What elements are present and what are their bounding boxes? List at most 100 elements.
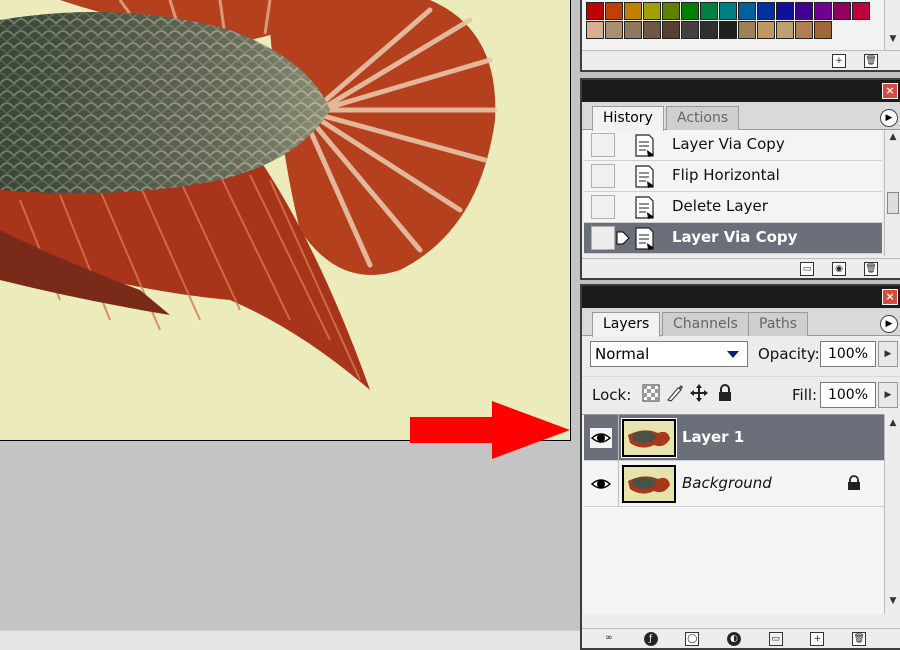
color-swatch[interactable]	[738, 2, 756, 20]
scroll-thumb[interactable]	[887, 192, 899, 214]
document-image[interactable]	[0, 0, 571, 441]
history-state[interactable]: Delete Layer	[584, 192, 882, 223]
history-step-icon	[635, 134, 654, 157]
color-swatch[interactable]	[795, 2, 813, 20]
tab-paths[interactable]: Paths	[748, 312, 809, 336]
close-icon[interactable]: ×	[882, 289, 898, 305]
trash-icon[interactable]: 🗑	[864, 53, 878, 68]
tab-channels[interactable]: Channels	[662, 312, 749, 336]
group-folder-icon[interactable]: ▭	[768, 631, 783, 646]
history-state[interactable]: Flip Horizontal	[584, 161, 882, 192]
color-swatch[interactable]	[719, 21, 737, 39]
color-swatch[interactable]	[700, 21, 718, 39]
history-brush-source-box[interactable]	[591, 226, 615, 250]
color-swatch[interactable]	[643, 21, 661, 39]
history-scrollbar[interactable]: ▲	[884, 130, 900, 256]
history-brush-source-box[interactable]	[591, 164, 615, 188]
history-titlebar[interactable]: ×	[582, 80, 900, 102]
panel-menu-icon[interactable]: ▶	[880, 109, 898, 127]
layer-thumbnail[interactable]	[621, 418, 677, 458]
new-document-from-state-icon[interactable]: ▭	[800, 261, 814, 276]
color-swatch[interactable]	[605, 2, 623, 20]
close-icon[interactable]: ×	[882, 83, 898, 99]
history-state-label: Layer Via Copy	[672, 135, 785, 153]
adjustment-layer-icon[interactable]: ◐	[726, 631, 741, 646]
link-icon[interactable]: ∞	[602, 632, 616, 646]
color-swatch[interactable]	[776, 21, 794, 39]
swatch-grid[interactable]	[586, 2, 871, 40]
layers-titlebar[interactable]: ×	[582, 286, 900, 308]
tab-history[interactable]: History	[592, 106, 664, 131]
eye-icon[interactable]	[590, 474, 612, 494]
color-swatch[interactable]	[624, 2, 642, 20]
eye-icon[interactable]	[590, 428, 612, 448]
color-swatch[interactable]	[776, 2, 794, 20]
color-swatch[interactable]	[586, 21, 604, 39]
panel-menu-icon[interactable]: ▶	[880, 315, 898, 333]
blend-mode-select[interactable]: Normal	[590, 341, 748, 367]
lock-image-pixels-icon[interactable]	[666, 384, 684, 402]
color-swatch[interactable]	[757, 2, 775, 20]
fill-label: Fill:	[792, 386, 818, 404]
color-swatch[interactable]	[719, 2, 737, 20]
scroll-down-icon[interactable]: ▼	[885, 34, 900, 48]
color-swatch[interactable]	[586, 2, 604, 20]
color-swatch[interactable]	[624, 21, 642, 39]
history-brush-source-box[interactable]	[591, 195, 615, 219]
scroll-up-icon[interactable]: ▲	[885, 418, 900, 432]
tab-layers[interactable]: Layers	[592, 312, 661, 337]
history-state[interactable]: Layer Via Copy	[584, 223, 882, 254]
layers-scrollbar[interactable]: ▲ ▼	[884, 414, 900, 614]
history-brush-source-box[interactable]	[591, 133, 615, 157]
trash-icon[interactable]: 🗑	[852, 631, 867, 646]
tab-actions[interactable]: Actions	[666, 106, 740, 130]
layer-mask-icon[interactable]: ◯	[685, 631, 700, 646]
new-layer-icon[interactable]: +	[810, 631, 825, 646]
layer-link-column	[618, 461, 619, 507]
scroll-up-icon[interactable]: ▲	[885, 132, 900, 146]
color-swatch[interactable]	[681, 2, 699, 20]
color-swatch[interactable]	[814, 21, 832, 39]
color-swatch[interactable]	[833, 2, 851, 20]
color-swatch[interactable]	[605, 21, 623, 39]
color-swatch[interactable]	[757, 21, 775, 39]
lock-position-icon[interactable]	[690, 384, 708, 402]
history-state-label: Flip Horizontal	[672, 166, 780, 184]
color-swatch[interactable]	[643, 2, 661, 20]
layers-list: Layer 1 Background	[582, 414, 900, 614]
color-swatch[interactable]	[662, 2, 680, 20]
history-state-label: Delete Layer	[672, 197, 768, 215]
color-swatch[interactable]	[681, 21, 699, 39]
lock-all-icon[interactable]	[716, 384, 734, 402]
blend-opacity-row: Normal Opacity: 100% ▶	[582, 336, 900, 374]
red-arrow-annotation	[410, 401, 570, 459]
color-swatch[interactable]	[852, 2, 870, 20]
swatches-scrollbar[interactable]: ▼	[884, 0, 900, 50]
color-swatch[interactable]	[814, 2, 832, 20]
layer-thumbnail[interactable]	[622, 465, 676, 503]
swatch-row	[586, 2, 871, 21]
layer-row[interactable]: Layer 1	[584, 415, 884, 461]
color-swatch[interactable]	[700, 2, 718, 20]
color-swatch[interactable]	[738, 21, 756, 39]
history-state[interactable]: Layer Via Copy	[584, 130, 882, 161]
layer-name[interactable]: Layer 1	[682, 428, 744, 446]
opacity-slider-button[interactable]: ▶	[878, 341, 898, 367]
current-state-marker-icon[interactable]	[616, 231, 630, 245]
fill-input[interactable]: 100%	[820, 382, 876, 408]
opacity-input[interactable]: 100%	[820, 341, 876, 367]
lock-transparent-pixels-icon[interactable]	[642, 384, 660, 402]
layers-panel: × Layers Channels Paths ▶ Normal Opacity…	[580, 284, 900, 650]
color-swatch[interactable]	[795, 21, 813, 39]
scroll-down-icon[interactable]: ▼	[885, 596, 900, 610]
layer-row[interactable]: Background	[584, 461, 884, 507]
trash-icon[interactable]: 🗑	[864, 261, 878, 276]
snapshot-icon[interactable]: ◉	[832, 261, 846, 276]
color-swatch[interactable]	[662, 21, 680, 39]
fill-slider-button[interactable]: ▶	[878, 382, 898, 408]
swatches-panel: ▼ + 🗑	[580, 0, 900, 72]
layer-style-icon[interactable]: ƒ	[643, 631, 658, 646]
canvas-area[interactable]	[0, 0, 580, 650]
layer-name[interactable]: Background	[682, 474, 772, 492]
new-swatch-icon[interactable]: +	[832, 53, 846, 68]
